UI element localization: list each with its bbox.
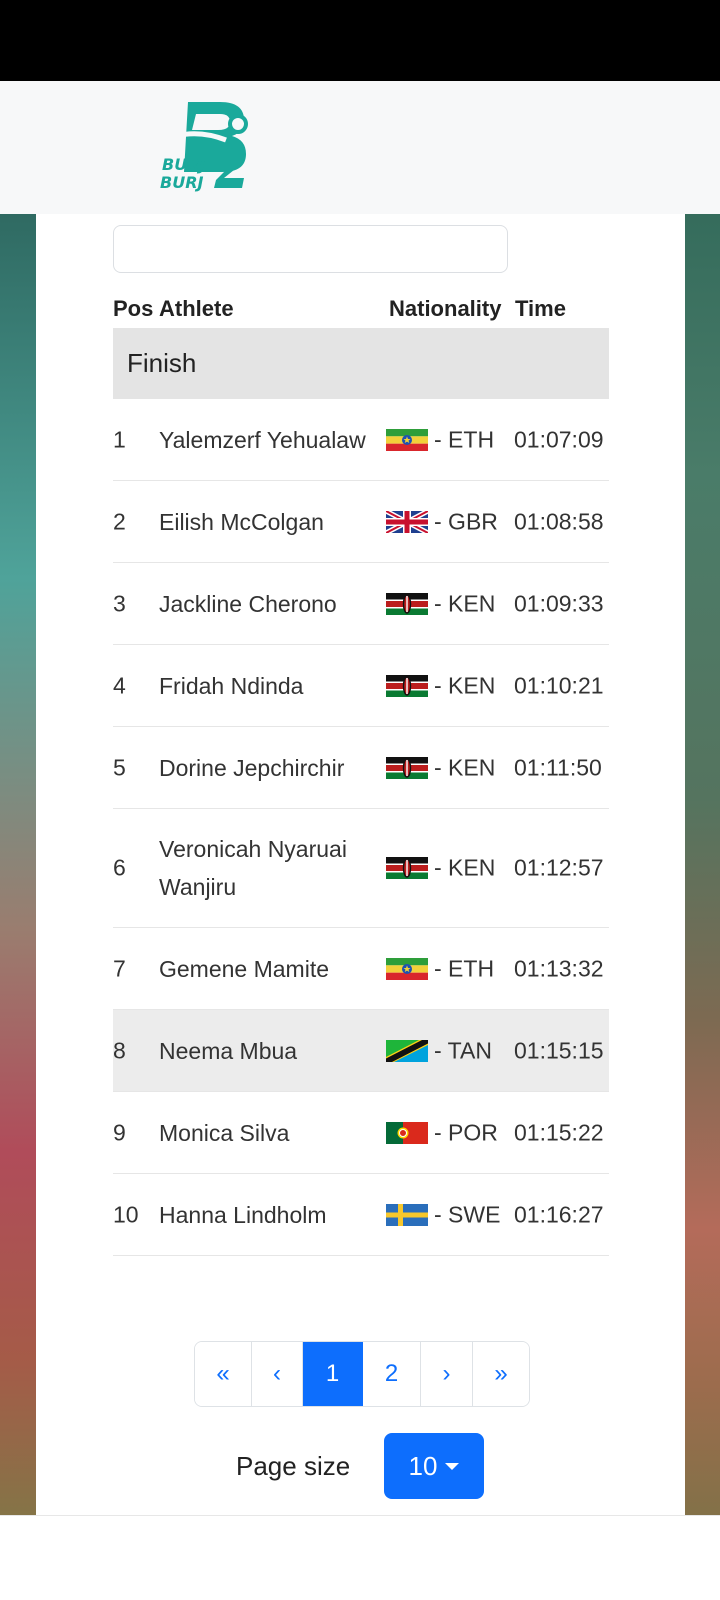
ethiopia-flag-icon — [386, 957, 428, 980]
prev-page-button[interactable]: ‹ — [252, 1342, 303, 1406]
burj2-logo-icon: BURJ BURJ — [160, 102, 248, 192]
table-row[interactable]: 7 Gemene Mamite - ETH 01:13:32 — [113, 928, 609, 1010]
row-nationality: - TAN — [434, 1037, 492, 1063]
row-nationality: - KEN — [434, 754, 496, 780]
svg-text:BURJ: BURJ — [162, 155, 206, 174]
ethiopia-flag-icon — [386, 428, 428, 451]
row-athlete-name: Neema Mbua — [159, 1037, 298, 1064]
kenya-flag-icon — [386, 857, 428, 879]
page-size-dropdown[interactable]: 10 — [384, 1433, 484, 1499]
row-pos: 8 — [113, 1037, 126, 1063]
header-nationality[interactable]: Nationality — [389, 296, 501, 322]
group-row-finish: Finish — [113, 328, 609, 399]
row-time: 01:12:57 — [514, 854, 604, 881]
results-table: Pos Athlete Nationality Time Finish 1 Yal… — [113, 290, 609, 1256]
row-athlete-name: Monica Silva — [159, 1119, 290, 1146]
site-header — [0, 81, 720, 214]
row-nationality: - KEN — [434, 590, 496, 616]
row-nationality: - SWE — [434, 1201, 501, 1227]
kenya-flag-icon — [386, 674, 428, 697]
row-athlete-name: Yalemzerf Yehualaw — [159, 426, 366, 453]
header-pos[interactable]: Pos — [113, 296, 153, 322]
row-time: 01:10:21 — [514, 672, 604, 698]
row-time: 01:15:15 — [514, 1037, 604, 1063]
page-size-value: 10 — [408, 1450, 438, 1481]
portugal-flag-icon — [386, 1121, 428, 1144]
row-athlete-name: Jackline Cherono — [159, 590, 337, 617]
table-row[interactable]: 5 Dorine Jepchirchir - KEN 01:11:50 — [113, 727, 609, 809]
row-athlete-name: Fridah Ndinda — [159, 672, 304, 699]
row-pos: 1 — [113, 426, 126, 452]
svg-text:BURJ: BURJ — [160, 173, 204, 192]
table-row[interactable]: 3 Jackline Cherono - KEN 01:09:33 — [113, 563, 609, 645]
page-1-button[interactable]: 1 — [303, 1342, 363, 1406]
row-athlete-name: Dorine Jepchirchir — [159, 754, 345, 781]
row-athlete-name: Hanna Lindholm — [159, 1201, 327, 1228]
row-nationality: - GBR — [434, 508, 498, 534]
next-page-button[interactable]: › — [421, 1342, 473, 1406]
group-label: Finish — [127, 348, 197, 378]
row-pos: 7 — [113, 955, 126, 981]
table-row[interactable]: 4 Fridah Ndinda - KEN 01:10:21 — [113, 645, 609, 727]
row-pos: 5 — [113, 754, 126, 780]
row-nationality: - KEN — [434, 672, 496, 698]
background-left-strip — [0, 214, 36, 1515]
table-row[interactable]: 6 Veronicah Nyaruai Wanjiru - KEN 01:12:57 — [113, 809, 609, 928]
table-row[interactable]: 8 Neema Mbua - TAN 01:15:15 — [113, 1010, 609, 1092]
page-2-button[interactable]: 2 — [363, 1342, 421, 1406]
table-row[interactable]: 9 Monica Silva - POR 01:15:22 — [113, 1092, 609, 1174]
row-time: 01:11:50 — [514, 754, 602, 780]
table-header: Pos Athlete Nationality Time — [113, 290, 609, 328]
status-bar — [0, 0, 720, 81]
row-pos: 2 — [113, 508, 126, 534]
row-time: 01:09:33 — [514, 590, 604, 616]
header-athlete[interactable]: Athlete — [159, 296, 234, 322]
row-nationality: - POR — [434, 1119, 498, 1145]
row-nationality: - ETH — [434, 426, 495, 452]
table-body: 1 Yalemzerf Yehualaw - ETH 01:07:09 2 Eilish … — [113, 399, 609, 1256]
table-row[interactable]: 10 Hanna Lindholm - SWE 01:16:27 — [113, 1174, 609, 1256]
row-pos: 10 — [113, 1201, 139, 1227]
row-time: 01:13:32 — [514, 955, 604, 981]
row-nationality: - ETH — [434, 955, 495, 981]
row-pos: 9 — [113, 1119, 126, 1145]
table-row[interactable]: 1 Yalemzerf Yehualaw - ETH 01:07:09 — [113, 399, 609, 481]
kenya-flag-icon — [386, 756, 428, 779]
first-page-button[interactable]: « — [195, 1342, 252, 1406]
row-time: 01:08:58 — [514, 508, 604, 534]
row-athlete-name: Eilish McColgan — [159, 508, 324, 535]
row-pos: 6 — [113, 854, 126, 881]
tanzania-flag-icon — [386, 1039, 428, 1062]
caret-down-icon — [445, 1462, 460, 1470]
row-time: 01:16:27 — [514, 1201, 604, 1227]
row-nationality: - KEN — [434, 854, 496, 881]
last-page-button[interactable]: » — [473, 1342, 529, 1406]
search-input[interactable] — [113, 225, 508, 273]
row-athlete-name: Gemene Mamite — [159, 955, 330, 982]
table-row[interactable]: 2 Eilish McColgan - GBR 01:08:58 — [113, 481, 609, 563]
row-pos: 3 — [113, 590, 126, 616]
header-time[interactable]: Time — [515, 296, 566, 322]
pagination: « ‹ 1 2 › » — [194, 1341, 530, 1407]
footer-area — [0, 1515, 720, 1600]
row-pos: 4 — [113, 672, 126, 698]
row-time: 01:15:22 — [514, 1119, 604, 1145]
row-athlete-name: Veronicah Nyaruai Wanjiru — [159, 836, 347, 900]
background-right-strip — [685, 214, 720, 1515]
uk-flag-icon — [386, 510, 428, 533]
sweden-flag-icon — [386, 1203, 428, 1226]
row-time: 01:07:09 — [514, 426, 604, 452]
burj2-logo[interactable]: BURJ BURJ — [160, 100, 260, 194]
page-size-label: Page size — [236, 1451, 351, 1481]
kenya-flag-icon — [386, 592, 428, 615]
